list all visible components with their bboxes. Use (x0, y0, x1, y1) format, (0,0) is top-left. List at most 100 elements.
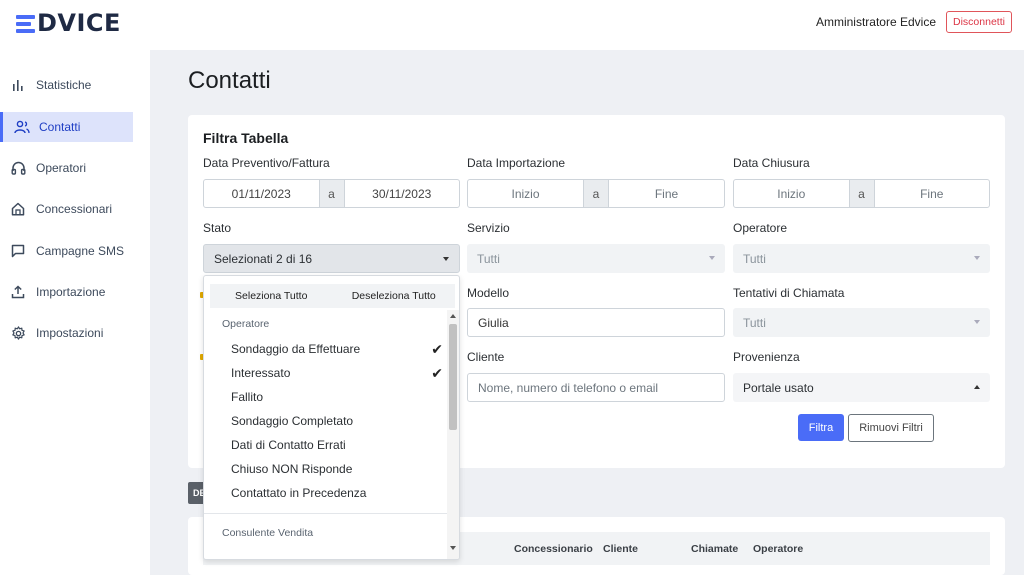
cliente-input-placeholder: Nome, numero di telefono o email (478, 380, 659, 395)
cliente-label: Cliente (467, 350, 505, 364)
data-preventivo-label: Data Preventivo/Fattura (203, 156, 330, 170)
stato-select[interactable]: Selezionati 2 di 16 (203, 244, 460, 273)
dropdown-option[interactable]: Dati di Contatto Errati (231, 434, 443, 456)
sidebar-item-label: Impostazioni (36, 326, 104, 340)
operatore-label: Operatore (733, 221, 788, 235)
data-importazione-label: Data Importazione (467, 156, 566, 170)
dropdown-option-label: Sondaggio da Effettuare (231, 342, 361, 356)
servizio-label: Servizio (467, 221, 510, 235)
dropdown-option-label: Dati di Contatto Errati (231, 438, 346, 452)
dropdown-option[interactable]: Sondaggio Completato (231, 410, 443, 432)
sidebar-item-importazione[interactable]: Importazione (0, 277, 133, 307)
data-chiusura-label: Data Chiusura (733, 156, 810, 170)
scroll-up-icon[interactable] (450, 314, 456, 318)
page-title: Contatti (188, 67, 271, 94)
stato-select-value: Selezionati 2 di 16 (214, 251, 313, 266)
operatore-select-value: Tutti (743, 251, 766, 266)
chevron-down-icon (709, 256, 715, 260)
gear-icon (0, 325, 36, 341)
sidebar-item-label: Operatori (36, 161, 87, 175)
scroll-down-icon[interactable] (450, 546, 456, 550)
chevron-down-icon (974, 256, 980, 260)
sidebar-item-concessionari[interactable]: Concessionari (0, 194, 133, 224)
dropdown-option[interactable]: Interessato ✔ (231, 362, 443, 384)
user-name: Amministratore Edvice (815, 15, 936, 29)
logo-text: DVICE (37, 9, 121, 37)
sidebar-item-impostazioni[interactable]: Impostazioni (0, 318, 133, 348)
home-icon (0, 202, 36, 216)
sidebar: Statistiche Contatti Operatori Concessio… (0, 50, 150, 575)
modello-label: Modello (467, 286, 510, 300)
column-header-concessionario[interactable]: Concessionario (514, 543, 593, 555)
dropdown-option[interactable]: Fallito (231, 386, 443, 408)
chevron-down-icon (974, 320, 980, 324)
data-chiusura-to[interactable]: Fine (875, 180, 990, 207)
dropdown-option[interactable]: Sondaggio da Effettuare ✔ (231, 338, 443, 360)
tentativi-select-value: Tutti (743, 315, 766, 330)
sidebar-item-operatori[interactable]: Operatori (0, 153, 133, 183)
data-importazione-range: Inizio a Fine (467, 179, 725, 208)
check-icon: ✔ (431, 341, 443, 357)
filtra-button[interactable]: Filtra (798, 414, 844, 441)
cliente-input[interactable]: Nome, numero di telefono o email (467, 373, 725, 402)
top-bar: DVICE Amministratore Edvice Disconnetti (0, 0, 1024, 50)
data-preventivo-to[interactable]: 30/11/2023 (345, 180, 460, 207)
sidebar-item-label: Contatti (39, 120, 81, 134)
provenienza-select-value: Portale usato (743, 380, 814, 395)
dropdown-option-label: Fallito (231, 390, 264, 404)
headphones-icon (0, 161, 36, 175)
range-separator: a (318, 180, 345, 207)
logo[interactable]: DVICE (16, 9, 121, 37)
data-importazione-from[interactable]: Inizio (468, 180, 583, 207)
dropdown-actions: Seleziona Tutto Deseleziona Tutto (210, 284, 455, 308)
modello-input-value: Giulia (478, 315, 509, 330)
logo-mark-icon (16, 14, 35, 33)
dropdown-option-label: Interessato (231, 366, 291, 380)
tentativi-label: Tentativi di Chiamata (733, 286, 845, 300)
bar-chart-icon (0, 78, 36, 92)
modello-input[interactable]: Giulia (467, 308, 725, 337)
dropdown-option[interactable]: Contattato in Precedenza (231, 482, 443, 504)
sidebar-item-label: Concessionari (36, 202, 113, 216)
dropdown-option-label: Sondaggio Completato (231, 414, 354, 428)
data-chiusura-range: Inizio a Fine (733, 179, 990, 208)
deselect-all-button[interactable]: Deseleziona Tutto (333, 284, 456, 308)
data-preventivo-from[interactable]: 01/11/2023 (204, 180, 319, 207)
sidebar-item-contatti[interactable]: Contatti (0, 112, 133, 142)
dropdown-group-operatore: Operatore (222, 318, 270, 330)
dropdown-group-consulente: Consulente Vendita (222, 527, 314, 539)
scrollbar-thumb[interactable] (449, 324, 457, 430)
disconnect-button[interactable]: Disconnetti (946, 11, 1012, 33)
operatore-select[interactable]: Tutti (733, 244, 990, 273)
stato-dropdown-menu: Seleziona Tutto Deseleziona Tutto Operat… (203, 275, 460, 560)
provenienza-select[interactable]: Portale usato (733, 373, 990, 402)
column-header-chiamate[interactable]: Chiamate (691, 543, 738, 555)
data-importazione-to[interactable]: Fine (609, 180, 724, 207)
tentativi-select[interactable]: Tutti (733, 308, 990, 337)
range-separator: a (848, 180, 875, 207)
users-icon (3, 120, 39, 134)
dropdown-scrollbar[interactable] (447, 310, 459, 559)
filter-card-title: Filtra Tabella (203, 130, 289, 146)
sidebar-item-campagne-sms[interactable]: Campagne SMS (0, 236, 133, 266)
check-icon: ✔ (431, 365, 443, 381)
dropdown-divider (204, 513, 448, 514)
data-chiusura-from[interactable]: Inizio (734, 180, 849, 207)
sidebar-item-label: Importazione (36, 285, 106, 299)
select-all-button[interactable]: Seleziona Tutto (210, 284, 333, 308)
servizio-select[interactable]: Tutti (467, 244, 725, 273)
dropdown-option-label: Chiuso NON Risponde (231, 462, 353, 476)
sidebar-item-label: Statistiche (36, 78, 92, 92)
range-separator: a (583, 180, 609, 207)
stato-label: Stato (203, 221, 232, 235)
rimuovi-filtri-button[interactable]: Rimuovi Filtri (848, 414, 934, 442)
provenienza-label: Provenienza (733, 350, 800, 364)
chevron-down-icon (443, 257, 449, 261)
upload-icon (0, 285, 36, 299)
message-square-icon (0, 244, 36, 258)
dropdown-option[interactable]: Chiuso NON Risponde (231, 458, 443, 480)
sidebar-item-statistiche[interactable]: Statistiche (0, 70, 133, 100)
column-header-operatore[interactable]: Operatore (753, 543, 803, 555)
column-header-cliente[interactable]: Cliente (603, 543, 638, 555)
data-preventivo-range: 01/11/2023 a 30/11/2023 (203, 179, 460, 208)
